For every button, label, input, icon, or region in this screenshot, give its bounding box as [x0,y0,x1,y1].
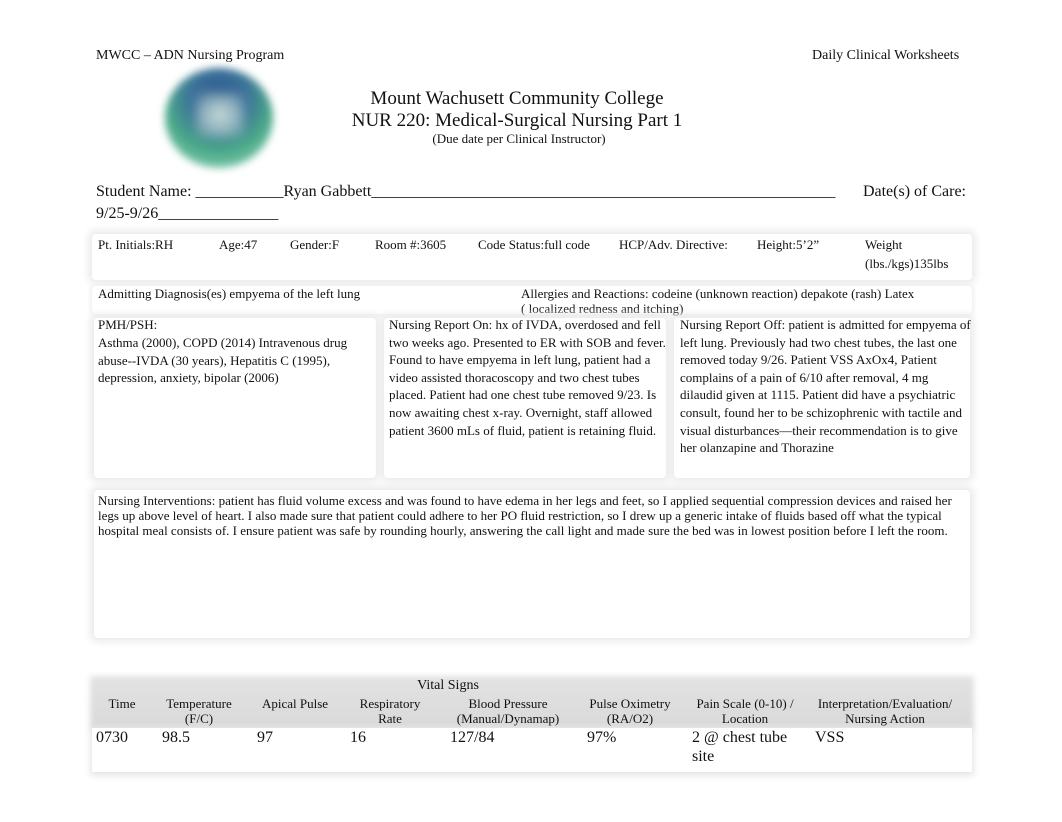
vitals-header-blood-pressure: Blood Pressure (Manual/Dynamap) [456,696,560,726]
worksheet-name: Daily Clinical Worksheets [812,48,960,63]
patient-height[interactable]: Height:5’2” [757,236,819,254]
vitals-pain[interactable]: 2 @ chest tube site [692,728,802,766]
code-status[interactable]: Code Status:full code [478,236,590,254]
patient-weight-label: Weight [865,237,903,252]
student-name-blank: ________________________________________… [371,183,836,200]
student-name-label: Student Name: ___________ [96,183,284,200]
admitting-diagnosis[interactable]: Admitting Diagnosis(es) empyema of the l… [98,285,360,303]
vitals-header-respiratory-rate: Respiratory Rate [359,696,421,726]
vitals-temperature[interactable]: 98.5 [162,728,190,747]
patient-age[interactable]: Age:47 [219,236,257,254]
patient-room[interactable]: Room #:3605 [375,236,446,254]
nursing-report-on[interactable]: Nursing Report On: hx of IVDA, overdosed… [389,316,669,439]
vitals-header-interpretation: Interpretation/Evaluation/ Nursing Actio… [817,696,953,726]
vitals-header-time: Time [108,696,136,711]
nursing-interventions[interactable]: Nursing Interventions: patient has fluid… [98,493,970,538]
student-info: Student Name: ___________Ryan Gabbett___… [96,181,966,225]
vitals-time[interactable]: 0730 [96,728,128,747]
patient-gender[interactable]: Gender:F [290,236,339,254]
dates-of-care-label: Date(s) of Care: [862,183,966,200]
vitals-blood-pressure[interactable]: 127/84 [450,728,494,747]
pmh-text[interactable]: Asthma (2000), COPD (2014) Intravenous d… [98,334,373,387]
college-title: Mount Wachusett Community College [370,88,664,109]
vitals-interpretation[interactable]: VSS [815,728,844,747]
dates-of-care-field[interactable]: 9/25-9/26 [96,205,158,222]
patient-weight[interactable]: (lbs./kgs)135lbs [865,255,948,273]
patient-initials[interactable]: Pt. Initials:RH [98,236,173,254]
pmh-label: PMH/PSH: [98,317,158,332]
vitals-respiratory-rate[interactable]: 16 [350,728,366,747]
vitals-pulse-oximetry[interactable]: 97% [587,728,616,747]
dates-of-care-blank: _______________ [158,205,279,222]
vitals-header-pulse-oximetry: Pulse Oximetry (RA/O2) [589,696,671,726]
due-note: (Due date per Clinical Instructor) [432,131,606,146]
student-name-row: Student Name: ___________Ryan Gabbett___… [96,181,841,203]
student-name-field[interactable]: Ryan Gabbett [284,183,372,200]
vitals-header-apical-pulse: Apical Pulse [261,696,329,711]
dates-of-care-row: 9/25-9/26_______________ [96,203,966,225]
vitals-title: Vital Signs [417,678,479,693]
course-title: NUR 220: Medical-Surgical Nursing Part 1 [351,110,683,131]
vitals-header-pain-scale: Pain Scale (0-10) / Location [696,696,794,726]
vitals-apical-pulse[interactable]: 97 [257,728,273,747]
nursing-report-off[interactable]: Nursing Report Off: patient is admitted … [680,316,972,457]
program-name: MWCC – ADN Nursing Program [96,48,285,63]
allergies-line-2[interactable]: ( localized redness and itching) [521,300,683,318]
hcp-directive[interactable]: HCP/Adv. Directive: [619,236,728,254]
vitals-header-temperature: Temperature (F/C) [166,696,232,726]
